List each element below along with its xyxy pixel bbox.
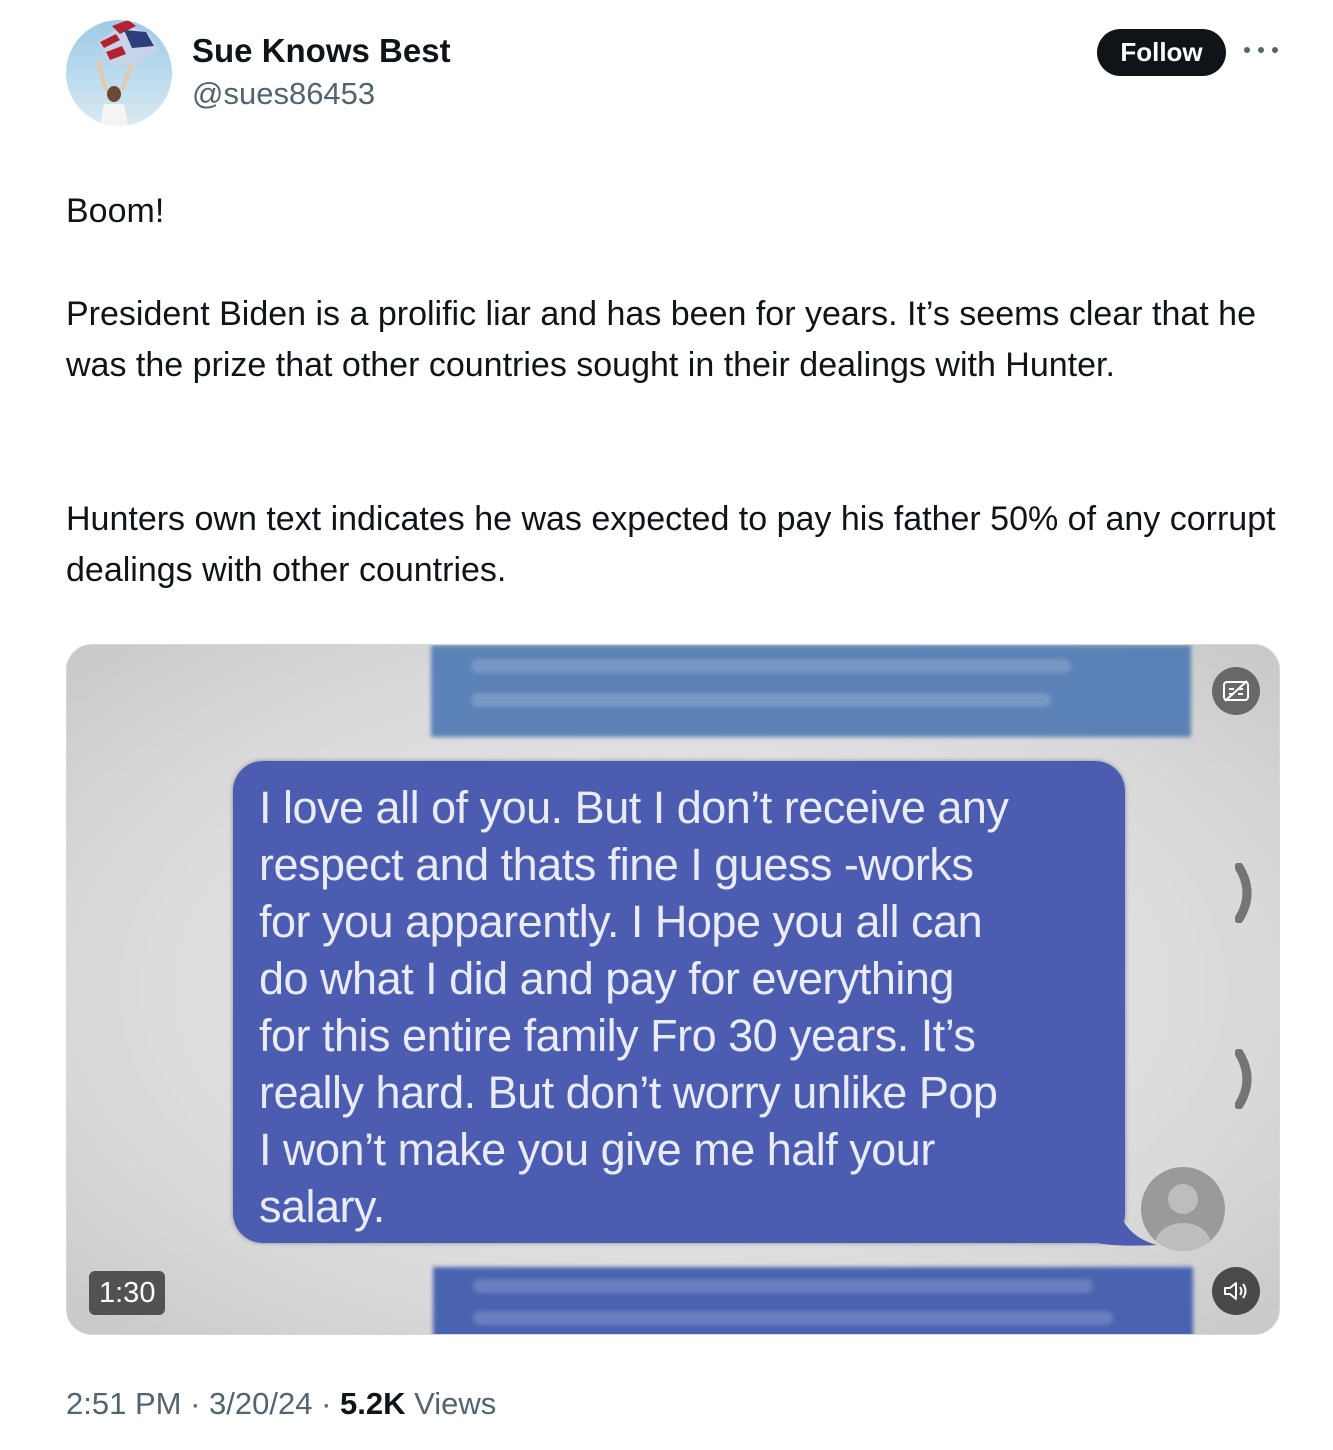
blurred-message-bubble [431, 645, 1191, 737]
contact-avatar-icon [1141, 1167, 1225, 1251]
author-avatar[interactable] [66, 20, 172, 126]
follow-button[interactable]: Follow [1097, 29, 1226, 76]
message-line: I love all of you. But I don’t receive a… [259, 782, 1009, 833]
more-options-icon[interactable] [1244, 38, 1278, 62]
author-handle[interactable]: @sues86453 [192, 76, 375, 112]
tweet-meta: 2:51 PM · 3/20/24 · 5.2K Views [66, 1386, 496, 1422]
message-line: I won’t make you give me half your [259, 1124, 935, 1175]
message-text: I love all of you. But I don’t receive a… [259, 779, 1129, 1235]
tweet-date[interactable]: 3/20/24 [209, 1386, 312, 1421]
chevron-right-icon [1235, 1049, 1252, 1109]
tweet-paragraph: Boom! [66, 192, 165, 230]
views-count: 5.2K [340, 1386, 406, 1421]
message-line: respect and thats fine I guess -works [259, 839, 974, 890]
dot [1258, 47, 1264, 53]
tweet-paragraph: Hunters own text indicates he was expect… [66, 500, 1276, 589]
volume-icon[interactable] [1212, 1267, 1260, 1315]
message-line: for this entire family Fro 30 years. It’… [259, 1010, 976, 1061]
blurred-message-bubble [433, 1267, 1193, 1334]
message-line: salary. [259, 1181, 385, 1232]
views-label: Views [414, 1386, 497, 1421]
video-duration: 1:30 [89, 1271, 166, 1315]
message-line: for you apparently. I Hope you all can [259, 896, 983, 947]
tweet-header: Sue Knows Best @sues86453 Follow [66, 18, 1278, 128]
chevron-right-icon [1235, 863, 1252, 923]
video-player[interactable]: I love all of you. But I don’t receive a… [66, 644, 1280, 1335]
message-line: do what I did and pay for everything [259, 953, 954, 1004]
captions-toggle-icon[interactable] [1212, 667, 1260, 715]
message-line: really hard. But don’t worry unlike Pop [259, 1067, 998, 1118]
separator: · [190, 1386, 210, 1421]
dot [1244, 47, 1250, 53]
separator: · [321, 1386, 341, 1421]
dot [1272, 47, 1278, 53]
tweet-paragraph: President Biden is a prolific liar and h… [66, 295, 1256, 384]
tweet-time[interactable]: 2:51 PM [66, 1386, 181, 1421]
author-name[interactable]: Sue Knows Best [192, 32, 451, 70]
